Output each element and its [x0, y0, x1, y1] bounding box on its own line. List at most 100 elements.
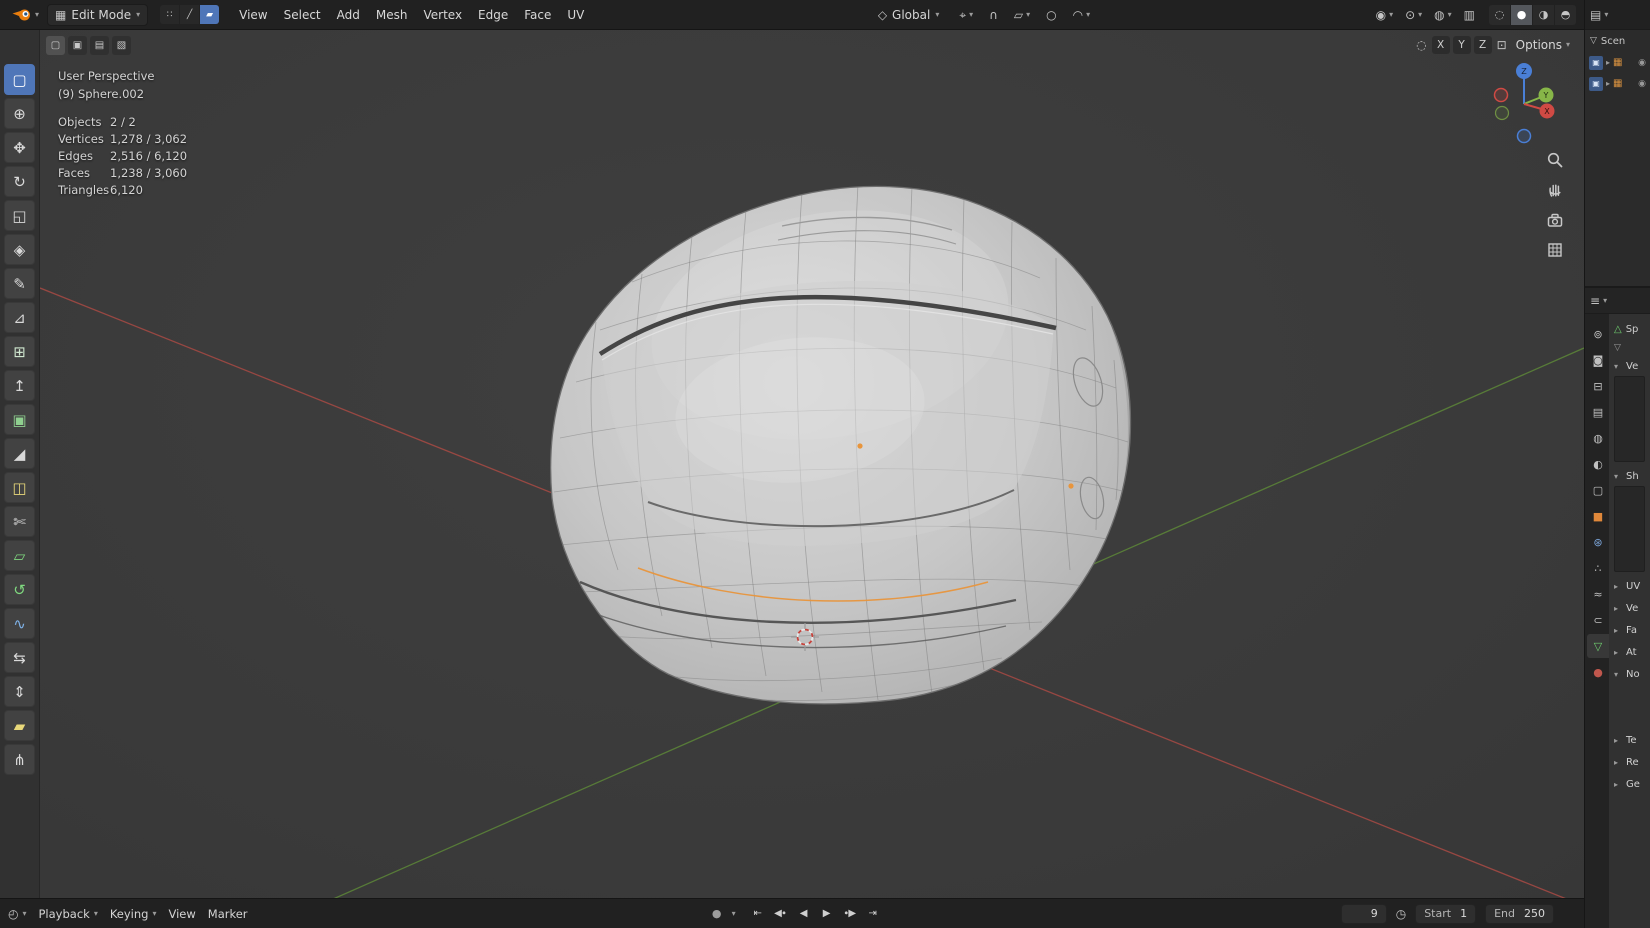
snap-target-dropdown[interactable]: ▱ ▾	[1010, 5, 1034, 25]
overlays-toggle[interactable]: ◍ ▾	[1430, 5, 1456, 25]
tool-spin[interactable]: ↺	[4, 574, 35, 605]
panel-header[interactable]: ▸ Ve	[1614, 599, 1647, 617]
end-frame-field[interactable]: End 250	[1485, 903, 1554, 924]
axis-x-button[interactable]: X	[1431, 36, 1450, 54]
navigation-gizmo[interactable]: Z Y X	[1478, 58, 1570, 150]
tab-modifiers[interactable]: ⊛	[1587, 530, 1609, 554]
time-clock-icon[interactable]: ◷	[1396, 908, 1406, 920]
tab-collection[interactable]: ▢	[1587, 478, 1609, 502]
panel-header[interactable]: ▸ Fa	[1614, 621, 1647, 639]
viewport-options-dropdown[interactable]: Options ▾	[1512, 35, 1574, 55]
auto-keying-button[interactable]: ●	[706, 904, 727, 924]
pivot-point-dropdown[interactable]: ⌖ ▾	[955, 5, 977, 25]
shading-solid-button[interactable]: ●	[1511, 4, 1532, 25]
menu-vertex[interactable]: Vertex	[415, 5, 470, 25]
jump-to-start-button[interactable]: ⇤	[747, 904, 768, 924]
panel-header[interactable]: ▸ Re	[1614, 753, 1647, 771]
panel-header[interactable]: ▸ UV	[1614, 577, 1647, 595]
select-intersect-button[interactable]: ▧	[112, 36, 131, 55]
panel-header[interactable]: ▾ Ve	[1614, 357, 1647, 375]
outliner-collection-row-2[interactable]: ▣ ▸ ▦ ◉	[1585, 73, 1650, 94]
expand-icon[interactable]: ▸	[1606, 58, 1610, 67]
tab-physics[interactable]: ≈	[1587, 582, 1609, 606]
keying-menu[interactable]: Keying ▾	[110, 907, 157, 921]
marker-menu[interactable]: Marker	[208, 907, 248, 921]
proportional-editing-toggle[interactable]: ○	[1042, 5, 1060, 25]
tab-render[interactable]: ◙	[1587, 348, 1609, 372]
tool-extrude-region[interactable]: ↥	[4, 370, 35, 401]
visibility-icon[interactable]: ◉	[1638, 58, 1646, 68]
tool-transform[interactable]: ◈	[4, 234, 35, 265]
visibility-icon[interactable]: ◉	[1638, 79, 1646, 89]
tab-scene[interactable]: ◍	[1587, 426, 1609, 450]
select-extend-button[interactable]: ▣	[68, 36, 87, 55]
play-button[interactable]: ▶	[816, 904, 837, 924]
shading-material-button[interactable]: ◑	[1533, 4, 1554, 25]
tool-poly-build[interactable]: ▱	[4, 540, 35, 571]
outliner-collection-row-1[interactable]: ▣ ▸ ▦ ◉	[1585, 52, 1650, 73]
gizmo-minus-z-axis[interactable]	[1516, 128, 1532, 144]
gizmo-minus-x-axis[interactable]	[1493, 87, 1509, 103]
menu-face[interactable]: Face	[516, 5, 559, 25]
object-type-visibility-dropdown[interactable]: ◉ ▾	[1372, 5, 1398, 25]
axis-y-button[interactable]: Y	[1452, 36, 1471, 54]
start-frame-field[interactable]: Start 1	[1415, 903, 1477, 924]
tab-tool[interactable]: ⊚	[1587, 322, 1609, 346]
mode-selector[interactable]: ▦ Edit Mode ▾	[47, 3, 149, 26]
tool-shrink-fatten[interactable]: ⇕	[4, 676, 35, 707]
tool-annotate[interactable]: ✎	[4, 268, 35, 299]
tab-view-layer[interactable]: ▤	[1587, 400, 1609, 424]
gizmo-minus-y-axis[interactable]	[1494, 105, 1510, 121]
tab-constraints[interactable]: ⊂	[1587, 608, 1609, 632]
menu-uv[interactable]: UV	[559, 5, 592, 25]
panel-header[interactable]: ▾ No	[1614, 665, 1647, 683]
tool-cursor[interactable]: ⊕	[4, 98, 35, 129]
tab-output[interactable]: ⊟	[1587, 374, 1609, 398]
tool-smooth[interactable]: ∿	[4, 608, 35, 639]
tool-loop-cut[interactable]: ◫	[4, 472, 35, 503]
tool-knife[interactable]: ✄	[4, 506, 35, 537]
blender-menu-button[interactable]: ▾	[8, 5, 43, 25]
select-set-new-button[interactable]: ▢	[46, 36, 65, 55]
orbit-gizmo-icon[interactable]: ◌	[1416, 38, 1426, 52]
panel-header[interactable]: ▸ Ge	[1614, 775, 1647, 793]
grid-view-button[interactable]	[1544, 239, 1566, 261]
data-name-label[interactable]: Sp	[1626, 324, 1639, 335]
panel-list-box[interactable]	[1614, 486, 1645, 572]
menu-select[interactable]: Select	[276, 5, 329, 25]
pan-button[interactable]	[1544, 179, 1566, 201]
menu-add[interactable]: Add	[329, 5, 368, 25]
tool-inset-faces[interactable]: ▣	[4, 404, 35, 435]
helmet-mesh[interactable]	[550, 180, 1150, 705]
panel-header[interactable]: ▸ Te	[1614, 731, 1647, 749]
zoom-button[interactable]	[1544, 149, 1566, 171]
tool-measure[interactable]: ⊿	[4, 302, 35, 333]
jump-to-end-button[interactable]: ⇥	[862, 904, 883, 924]
tool-select-box[interactable]: ▢	[4, 64, 35, 95]
tool-rip-region[interactable]: ⋔	[4, 744, 35, 775]
prev-keyframe-button[interactable]: ◀∙	[770, 904, 791, 924]
axis-z-button[interactable]: Z	[1473, 36, 1492, 54]
panel-header[interactable]: ▾ Sh	[1614, 467, 1647, 485]
xray-toggle[interactable]: ▥	[1460, 5, 1479, 25]
pan-gizmo-icon[interactable]: ⊡	[1497, 38, 1507, 52]
play-reverse-button[interactable]: ◀	[793, 904, 814, 924]
properties-editor-type-icon[interactable]: ≡	[1590, 295, 1600, 307]
transform-orientation-dropdown[interactable]: ◇ Global ▾	[870, 4, 948, 26]
playback-menu[interactable]: Playback ▾	[39, 907, 98, 921]
menu-mesh[interactable]: Mesh	[368, 5, 416, 25]
tool-scale[interactable]: ◱	[4, 200, 35, 231]
tool-rotate[interactable]: ↻	[4, 166, 35, 197]
viewport-canvas[interactable]	[40, 30, 1584, 898]
shading-wireframe-button[interactable]: ◌	[1489, 4, 1510, 25]
viewport-3d[interactable]: ▢ ▣ ▤ ▧ ◌ XYZ ⊡ Options ▾ User Perspective …	[40, 30, 1584, 898]
menu-view[interactable]: View	[231, 5, 275, 25]
gizmos-toggle[interactable]: ⊙ ▾	[1401, 5, 1426, 25]
current-frame-field[interactable]: 9	[1340, 903, 1387, 924]
expand-icon[interactable]: ▸	[1606, 79, 1610, 88]
outliner-editor-type-icon[interactable]: ▤	[1590, 9, 1601, 21]
tool-add-cube[interactable]: ⊞	[4, 336, 35, 367]
select-subtract-button[interactable]: ▤	[90, 36, 109, 55]
tool-move[interactable]: ✥	[4, 132, 35, 163]
tool-edge-slide[interactable]: ⇆	[4, 642, 35, 673]
